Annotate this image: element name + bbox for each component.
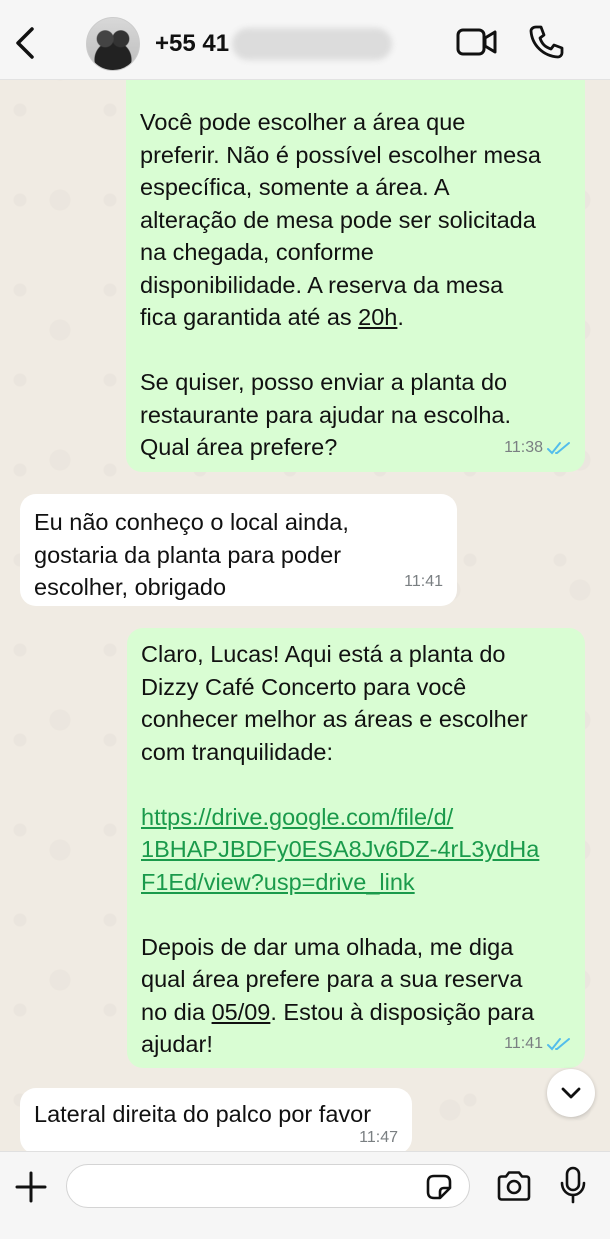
message-time: 11:41 bbox=[504, 1034, 543, 1052]
message-time: 11:38 bbox=[504, 438, 543, 456]
message-text: Você pode escolher a área que preferir. … bbox=[140, 109, 541, 460]
scroll-to-bottom-button[interactable] bbox=[547, 1069, 595, 1117]
video-call-button[interactable] bbox=[456, 26, 498, 58]
camera-icon bbox=[497, 1171, 531, 1201]
message-bubble-incoming[interactable]: Lateral direita do palco por favor 11:47 bbox=[20, 1088, 412, 1154]
time-link[interactable]: 20h bbox=[358, 304, 397, 330]
message-bubble-incoming[interactable]: Eu não conheço o local ainda, gostaria d… bbox=[20, 494, 457, 606]
video-camera-icon bbox=[456, 28, 497, 56]
message-meta: 11:41 bbox=[504, 1028, 571, 1061]
message-time: 11:47 bbox=[359, 1128, 398, 1146]
message-bubble-outgoing[interactable]: Claro, Lucas! Aqui está a planta do Dizz… bbox=[127, 628, 585, 1068]
sticker-button[interactable] bbox=[424, 1172, 454, 1202]
sticker-icon bbox=[426, 1174, 452, 1200]
message-text: Lateral direita do palco por favor bbox=[34, 1101, 372, 1127]
date-link[interactable]: 05/09 bbox=[212, 999, 271, 1025]
camera-button[interactable] bbox=[496, 1170, 532, 1202]
chat-header: +55 41 bbox=[0, 0, 610, 80]
message-text: Eu não conheço o local ainda, gostaria d… bbox=[34, 509, 349, 600]
chevron-down-icon bbox=[561, 1087, 581, 1099]
plus-icon bbox=[15, 1171, 47, 1203]
microphone-button[interactable] bbox=[560, 1166, 586, 1204]
redacted-name bbox=[232, 28, 392, 60]
message-time: 11:41 bbox=[404, 572, 443, 590]
avatar[interactable] bbox=[86, 17, 140, 71]
attach-button[interactable] bbox=[14, 1170, 48, 1204]
phone-icon bbox=[529, 25, 564, 59]
double-check-icon bbox=[547, 1037, 570, 1051]
message-meta: 11:38 bbox=[504, 432, 571, 465]
message-meta: 11:41 bbox=[404, 566, 443, 599]
back-button[interactable] bbox=[12, 26, 40, 60]
message-meta: 11:47 bbox=[359, 1122, 398, 1155]
drive-link[interactable]: https://drive.google.com/file/d/ 1BHAPJB… bbox=[141, 804, 539, 895]
message-input[interactable] bbox=[66, 1164, 470, 1208]
double-check-icon bbox=[547, 441, 570, 455]
message-bubble-outgoing[interactable]: Você pode escolher a área que preferir. … bbox=[126, 80, 585, 472]
contact-name[interactable]: +55 41 bbox=[155, 30, 229, 58]
message-composer bbox=[0, 1151, 610, 1239]
voice-call-button[interactable] bbox=[528, 24, 564, 60]
chevron-left-icon bbox=[16, 27, 34, 59]
microphone-icon bbox=[560, 1166, 586, 1204]
message-text: Claro, Lucas! Aqui está a planta do Dizz… bbox=[141, 641, 540, 1057]
